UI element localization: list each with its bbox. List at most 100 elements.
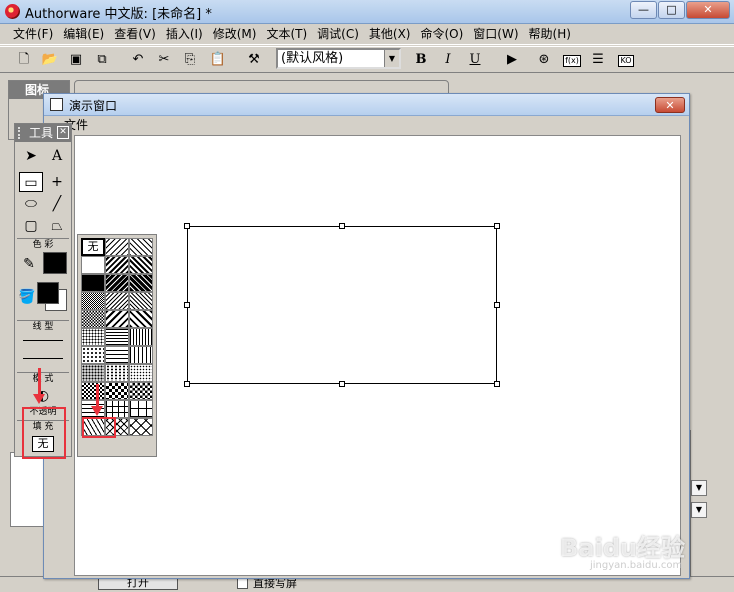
presentation-close-button[interactable]: ✕ xyxy=(655,97,685,113)
menu-edit[interactable]: 编辑(E) xyxy=(58,25,109,44)
rectangle-shape[interactable] xyxy=(187,226,497,384)
menu-text[interactable]: 文本(T) xyxy=(261,25,312,44)
fill-pattern[interactable] xyxy=(81,346,105,364)
text-style-value: (默认风格) xyxy=(281,51,344,66)
line-style-sample[interactable] xyxy=(23,340,63,341)
baidu-watermark: Baidu经验 xyxy=(560,534,685,562)
mode-section-label: 模 式 xyxy=(17,372,69,384)
fill-pattern[interactable] xyxy=(105,328,129,346)
italic-button[interactable]: I xyxy=(438,51,458,69)
ellipse-tool-icon[interactable]: ⬭ xyxy=(19,194,43,214)
resize-handle[interactable] xyxy=(184,302,190,308)
bold-button[interactable]: B xyxy=(411,51,431,69)
text-tool-icon[interactable]: A xyxy=(45,146,69,166)
resize-handle[interactable] xyxy=(494,302,500,308)
resize-handle[interactable] xyxy=(184,381,190,387)
close-button[interactable]: ✕ xyxy=(686,1,730,19)
cut-icon[interactable]: ✂ xyxy=(154,51,174,69)
fill-pattern[interactable] xyxy=(129,256,153,274)
save-all-icon[interactable]: ▣ xyxy=(66,51,86,69)
fill-pattern[interactable] xyxy=(105,238,129,256)
chevron-down-icon[interactable]: ▼ xyxy=(691,480,707,496)
tools-titlebar: 工具 ✕ xyxy=(15,124,71,142)
fill-pattern[interactable] xyxy=(81,382,105,400)
fill-pattern[interactable] xyxy=(105,292,129,310)
minimize-button[interactable]: — xyxy=(630,1,657,19)
maximize-button[interactable]: □ xyxy=(658,1,685,19)
fill-pattern-none[interactable]: 无 xyxy=(81,238,105,256)
polygon-tool-icon[interactable]: ⏢ xyxy=(45,216,69,236)
menu-modify[interactable]: 修改(M) xyxy=(208,25,262,44)
fill-pattern[interactable] xyxy=(129,238,153,256)
menu-file[interactable]: 文件(F) xyxy=(8,25,58,44)
rounded-rectangle-tool-icon[interactable]: ▢ xyxy=(19,216,43,236)
copy-icon[interactable]: ⎘ xyxy=(180,51,200,69)
line-color-swatch[interactable] xyxy=(43,252,67,274)
fill-foreground-swatch[interactable] xyxy=(37,282,59,304)
line-style-sample[interactable] xyxy=(23,358,63,359)
drag-grip-icon[interactable] xyxy=(18,127,22,139)
fill-pattern[interactable] xyxy=(105,382,129,400)
new-file-icon[interactable]: 🗋 xyxy=(14,51,34,69)
fill-pattern[interactable] xyxy=(129,346,153,364)
open-file-icon[interactable]: 📂 xyxy=(40,51,60,69)
undo-icon[interactable]: ↶ xyxy=(128,51,148,69)
fill-pattern[interactable] xyxy=(105,364,129,382)
fill-pattern[interactable] xyxy=(129,292,153,310)
fill-pattern[interactable] xyxy=(81,274,105,292)
paint-bucket-icon[interactable]: 🪣 xyxy=(15,287,39,307)
chevron-down-icon[interactable]: ▼ xyxy=(691,502,707,518)
tools-close-button[interactable]: ✕ xyxy=(57,126,69,139)
menu-other[interactable]: 其他(X) xyxy=(364,25,416,44)
find-icon[interactable]: ⚒ xyxy=(244,51,264,69)
fill-pattern[interactable] xyxy=(105,256,129,274)
resize-handle[interactable] xyxy=(339,223,345,229)
fill-pattern[interactable] xyxy=(81,292,105,310)
text-style-select[interactable]: (默认风格) ▼ xyxy=(276,48,401,69)
fill-pattern[interactable] xyxy=(129,274,153,292)
chevron-down-icon[interactable]: ▼ xyxy=(384,50,399,67)
baidu-watermark-url: jingyan.baidu.com xyxy=(590,560,683,571)
resize-handle[interactable] xyxy=(494,223,500,229)
menu-debug[interactable]: 调试(C) xyxy=(312,25,364,44)
menu-help[interactable]: 帮助(H) xyxy=(524,25,576,44)
fill-pattern[interactable] xyxy=(81,364,105,382)
fill-pattern-grid[interactable] xyxy=(105,400,129,418)
menu-command[interactable]: 命令(O) xyxy=(415,25,468,44)
fill-pattern[interactable] xyxy=(129,382,153,400)
fill-pattern[interactable] xyxy=(105,274,129,292)
resize-handle[interactable] xyxy=(339,381,345,387)
variables-icon[interactable]: ☰ xyxy=(588,51,608,69)
fill-pattern[interactable] xyxy=(129,310,153,328)
fill-pattern[interactable] xyxy=(129,328,153,346)
crosshair-line-tool-icon[interactable]: + xyxy=(45,172,69,192)
menu-insert[interactable]: 插入(I) xyxy=(161,25,208,44)
pencil-color-icon[interactable]: ✎ xyxy=(17,254,41,274)
diagonal-line-tool-icon[interactable]: ╱ xyxy=(45,194,69,214)
fill-pattern-grid[interactable] xyxy=(129,400,153,418)
functions-button[interactable]: f(x) xyxy=(562,51,582,69)
menu-view[interactable]: 查看(V) xyxy=(109,25,161,44)
control-panel-icon[interactable]: ⊛ xyxy=(534,51,554,69)
underline-button[interactable]: U xyxy=(465,51,485,69)
fill-pattern[interactable] xyxy=(81,328,105,346)
presentation-canvas[interactable] xyxy=(74,135,681,576)
fill-pattern-crosshatch[interactable] xyxy=(129,418,153,436)
rectangle-tool-icon[interactable]: ▭ xyxy=(19,172,43,192)
import-icon[interactable]: ⧉ xyxy=(92,51,112,69)
fill-pattern[interactable] xyxy=(105,346,129,364)
run-icon[interactable]: ▶ xyxy=(502,51,522,69)
resize-handle[interactable] xyxy=(494,381,500,387)
direct-to-screen-checkbox[interactable] xyxy=(237,578,248,589)
presentation-titlebar: 演示窗口 ✕ xyxy=(44,94,689,116)
knowledge-objects-button[interactable]: KO xyxy=(616,51,636,69)
fill-pattern[interactable] xyxy=(81,310,105,328)
presentation-menu-file[interactable]: 文件 xyxy=(44,116,689,134)
pointer-tool-icon[interactable]: ➤ xyxy=(19,146,43,166)
paste-icon[interactable]: 📋 xyxy=(208,51,228,69)
fill-pattern[interactable] xyxy=(81,256,105,274)
resize-handle[interactable] xyxy=(184,223,190,229)
menu-window[interactable]: 窗口(W) xyxy=(468,25,523,44)
fill-pattern[interactable] xyxy=(129,364,153,382)
fill-pattern[interactable] xyxy=(105,310,129,328)
